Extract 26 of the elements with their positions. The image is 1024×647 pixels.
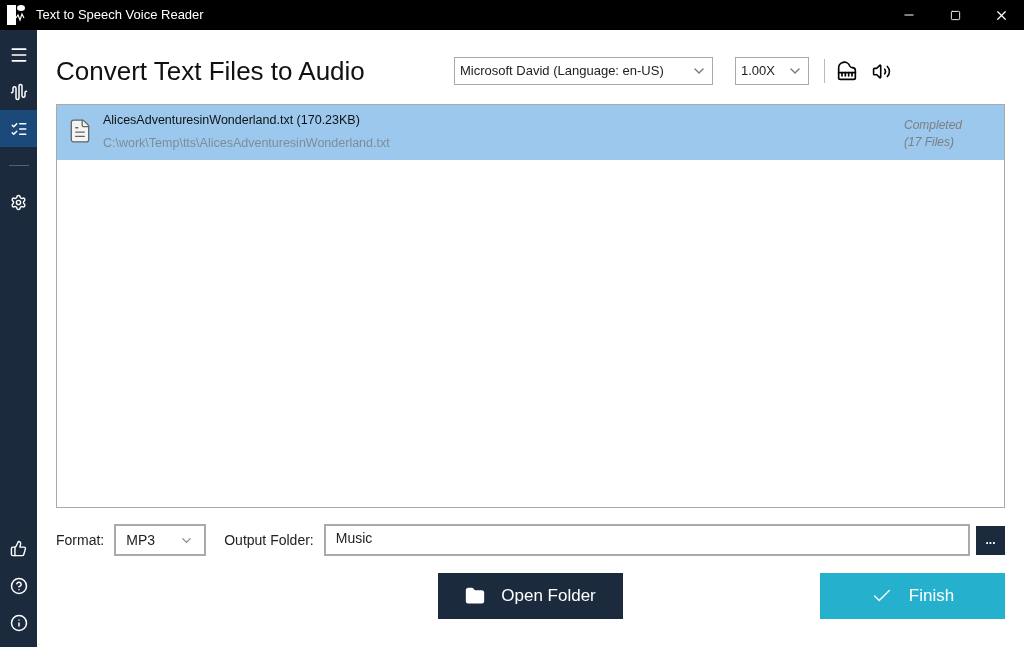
sidebar-item[interactable]	[0, 110, 37, 147]
app-logo-icon	[6, 4, 26, 26]
voice-dropdown[interactable]: Microsoft David (Language: en-US)	[454, 57, 713, 85]
help-icon	[9, 576, 28, 595]
info-icon	[9, 613, 28, 632]
browse-button[interactable]: ...	[976, 525, 1005, 555]
file-name: AlicesAdventuresinWonderland.txt (170.23KB)	[103, 112, 361, 129]
page-heading: Convert Text Files to Audio	[56, 54, 366, 88]
file-status: Completed (17 Files)	[903, 117, 962, 151]
window-title: Text to Speech Voice Reader	[36, 6, 204, 25]
waveform-icon	[9, 82, 28, 101]
maximize-icon	[949, 9, 961, 21]
voices-button[interactable]	[835, 59, 859, 83]
output-folder-label: Output Folder:	[224, 530, 314, 550]
file-row[interactable]: AlicesAdventuresinWonderland.txt (170.23KB) C:\work\Temp\tts\AlicesAdventuresinWonderland.txt Completed (17 Files)	[57, 105, 1004, 160]
settings-icon	[10, 194, 27, 211]
speaker-icon	[871, 61, 891, 81]
folder-icon	[465, 586, 486, 606]
open-folder-button[interactable]: Open Folder	[438, 573, 623, 619]
format-dropdown[interactable]: MP3	[114, 524, 207, 556]
thumbs-up-icon	[10, 540, 27, 557]
format-label: Format:	[56, 530, 105, 550]
speed-dropdown[interactable]: 1.00X	[735, 57, 809, 85]
file-path: C:\work\Temp\tts\AlicesAdventuresinWonderland.txt	[103, 134, 390, 152]
piano-icon	[837, 61, 857, 81]
output-folder-field[interactable]: Music	[323, 524, 970, 556]
